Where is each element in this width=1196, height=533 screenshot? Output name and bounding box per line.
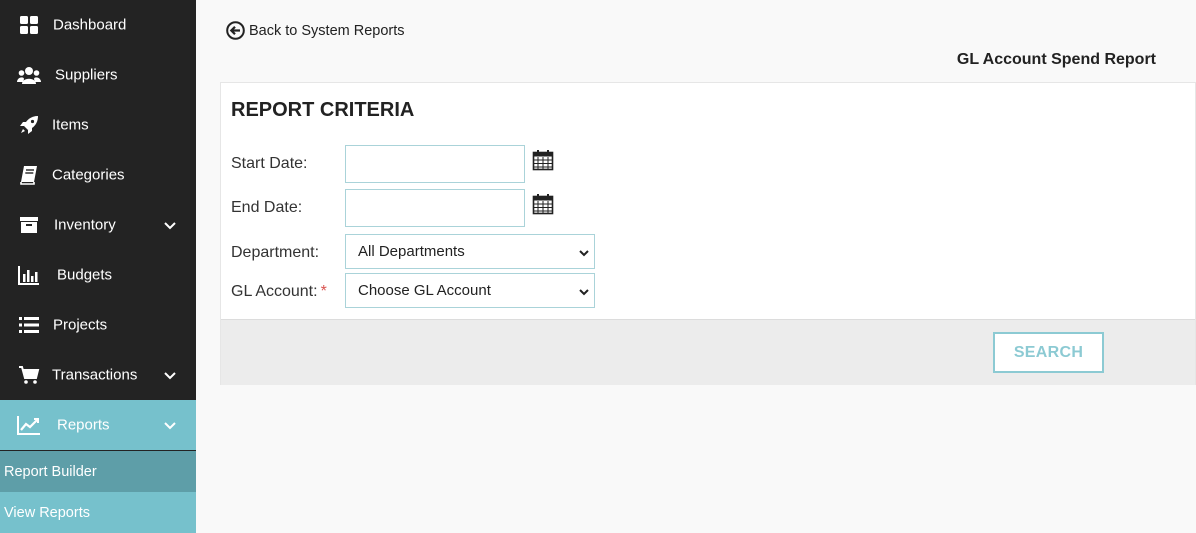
calendar-icon[interactable] [532, 193, 554, 215]
panel-heading: REPORT CRITERIA [231, 99, 415, 121]
sidebar-item-label: Inventory [54, 216, 116, 234]
sidebar-item-label: Budgets [57, 266, 113, 284]
search-button[interactable]: SEARCH [993, 332, 1104, 373]
panel-footer: SEARCH [221, 319, 1195, 385]
sidebar-item-label: Projects [53, 316, 108, 334]
sidebar: Dashboard Suppliers Items Categories Inv… [0, 0, 196, 533]
end-date-label: End Date: [231, 199, 303, 216]
back-to-system-reports-link[interactable]: Back to System Reports [226, 21, 405, 40]
sidebar-subitem-label: Report Builder [4, 463, 97, 480]
gl-account-select[interactable]: Choose GL Account [345, 273, 595, 308]
report-criteria-panel: REPORT CRITERIA Start Date: End Date: De… [220, 82, 1196, 385]
sidebar-subitem-label: View Reports [4, 504, 90, 521]
sidebar-item-label: Categories [52, 166, 125, 184]
sidebar-item-label: Transactions [52, 366, 138, 384]
start-date-input[interactable] [345, 145, 525, 183]
sidebar-item-items[interactable]: Items [0, 100, 196, 150]
dashboard-icon [17, 13, 41, 37]
sidebar-item-label: Reports [57, 416, 110, 434]
back-link-label: Back to System Reports [249, 22, 405, 39]
department-select-value: All Departments [358, 243, 465, 260]
sidebar-subitem-report-builder[interactable]: Report Builder [0, 451, 196, 492]
arrow-circle-left-icon [226, 21, 245, 40]
archive-icon [17, 213, 41, 237]
book-icon [17, 163, 41, 187]
department-select[interactable]: All Departments [345, 234, 595, 269]
line-chart-icon [17, 413, 41, 437]
rocket-icon [17, 113, 41, 137]
sidebar-item-dashboard[interactable]: Dashboard [0, 0, 196, 50]
end-date-input[interactable] [345, 189, 525, 227]
gl-account-select-value: Choose GL Account [358, 282, 491, 299]
sidebar-item-suppliers[interactable]: Suppliers [0, 50, 196, 100]
sidebar-item-categories[interactable]: Categories [0, 150, 196, 200]
chevron-down-icon [578, 285, 590, 297]
sidebar-item-label: Items [52, 116, 89, 134]
required-mark: * [320, 283, 327, 300]
users-icon [17, 63, 41, 87]
chevron-down-icon [578, 246, 590, 258]
sidebar-item-inventory[interactable]: Inventory [0, 200, 196, 250]
start-date-label: Start Date: [231, 155, 308, 172]
department-label: Department: [231, 244, 320, 261]
chevron-down-icon[interactable] [162, 367, 178, 383]
chevron-down-icon[interactable] [162, 417, 178, 433]
calendar-icon[interactable] [532, 149, 554, 171]
bar-chart-icon [17, 263, 41, 287]
sidebar-item-transactions[interactable]: Transactions [0, 350, 196, 400]
sidebar-item-label: Suppliers [55, 66, 118, 84]
page-title: GL Account Spend Report [956, 51, 1156, 68]
gl-account-label: GL Account: * [231, 283, 327, 301]
list-icon [17, 313, 41, 337]
sidebar-item-budgets[interactable]: Budgets [0, 250, 196, 300]
gl-account-label-text: GL Account: [231, 283, 318, 300]
cart-icon [17, 363, 41, 387]
chevron-down-icon[interactable] [162, 217, 178, 233]
sidebar-subitem-view-reports[interactable]: View Reports [0, 492, 196, 533]
sidebar-item-projects[interactable]: Projects [0, 300, 196, 350]
sidebar-item-label: Dashboard [53, 16, 127, 34]
sidebar-item-reports[interactable]: Reports [0, 400, 196, 450]
